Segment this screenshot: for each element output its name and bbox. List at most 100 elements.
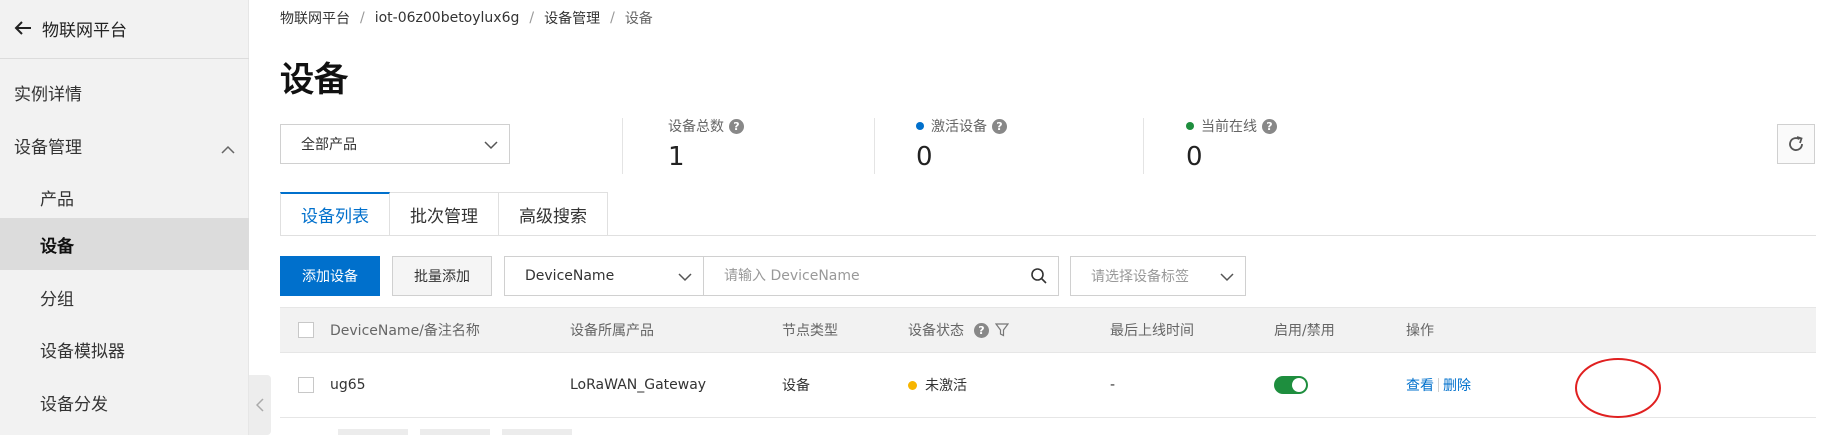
cell-device-name: ug65 (330, 377, 366, 393)
select-all-cell (298, 308, 314, 352)
stat-value: 0 (1186, 142, 1203, 172)
help-icon[interactable]: ? (1262, 118, 1277, 134)
breadcrumb-current: 设备 (624, 11, 653, 27)
column-header-status-label: 设备状态 (908, 323, 964, 339)
column-header-enable-disable: 启用/禁用 (1274, 323, 1335, 339)
stat-value: 0 (916, 142, 933, 172)
refresh-button[interactable] (1777, 124, 1815, 164)
pager-button[interactable] (338, 429, 408, 435)
tab-bar: 设备列表 批次管理 高级搜索 (280, 192, 608, 236)
sidebar-item-device-distribution[interactable]: 设备分发 (0, 376, 249, 428)
column-header-status: 设备状态 ? (908, 308, 1009, 352)
device-tag-placeholder: 请选择设备标签 (1091, 269, 1189, 285)
search-box (703, 256, 1059, 296)
help-icon[interactable]: ? (974, 322, 989, 338)
stat-divider (1143, 118, 1144, 174)
sidebar-item-group[interactable]: 分组 (0, 271, 249, 323)
chevron-left-icon (256, 398, 264, 412)
cell-status: 未激活 (908, 353, 967, 417)
breadcrumb-item[interactable]: 设备管理 (544, 8, 600, 28)
view-link[interactable]: 查看 (1406, 375, 1434, 395)
refresh-icon (1789, 136, 1803, 151)
sidebar-item-device[interactable]: 设备 (0, 218, 249, 270)
chevron-down-icon (483, 137, 499, 157)
status-dot-blue (916, 122, 924, 130)
cell-enable-toggle (1274, 353, 1308, 417)
sidebar: 物联网平台 实例详情 设备管理 产品 设备 分组 设备模拟器 设备分发 (0, 0, 249, 435)
sidebar-item-device-simulator[interactable]: 设备模拟器 (0, 323, 249, 375)
status-dot-inactive (908, 380, 917, 390)
help-icon[interactable]: ? (729, 118, 744, 134)
sidebar-item-label: 设备模拟器 (40, 341, 125, 362)
page-title: 设备 (280, 60, 348, 100)
search-field-select[interactable]: DeviceName (504, 256, 704, 296)
pager-button[interactable] (420, 429, 490, 435)
cell-last-online: - (1110, 377, 1116, 393)
action-separator (1438, 378, 1439, 392)
tabs-underline (280, 235, 1816, 236)
select-all-checkbox[interactable] (298, 322, 314, 338)
cell-node-type: 设备 (782, 378, 810, 394)
sidebar-item-label: 产品 (40, 189, 74, 210)
cell-actions: 查看 删除 (1406, 353, 1471, 417)
column-header-device-name: DeviceName/备注名称 (330, 323, 480, 339)
product-select[interactable]: 全部产品 (280, 124, 510, 164)
stat-label: 激活设备 (931, 119, 987, 135)
column-header-last-online: 最后上线时间 (1110, 323, 1194, 339)
sidebar-item-label: 设备 (40, 236, 74, 257)
breadcrumb-separator: / (529, 10, 535, 26)
pager-button[interactable] (502, 429, 572, 435)
search-icon[interactable] (1030, 267, 1048, 289)
tab-advanced-search[interactable]: 高级搜索 (499, 192, 608, 236)
stat-activated-devices: 激活设备? 0 (916, 116, 1007, 172)
search-input[interactable] (704, 257, 1004, 295)
add-device-button[interactable]: 添加设备 (280, 256, 380, 296)
status-dot-green (1186, 122, 1194, 130)
breadcrumb-item[interactable]: iot-06z00betoylux6g (375, 10, 520, 26)
cell-product: LoRaWAN_Gateway (570, 377, 707, 393)
search-field-value: DeviceName (525, 268, 615, 284)
back-to-iot-platform[interactable]: 物联网平台 (14, 8, 127, 48)
back-label: 物联网平台 (42, 20, 127, 41)
stat-label: 设备总数 (668, 119, 724, 135)
help-icon[interactable]: ? (992, 118, 1007, 134)
sidebar-divider (0, 58, 249, 59)
enable-toggle[interactable] (1274, 376, 1308, 394)
arrow-left-icon (14, 20, 32, 36)
device-tag-select[interactable]: 请选择设备标签 (1070, 256, 1246, 296)
sidebar-item-instance-details[interactable]: 实例详情 (0, 66, 249, 118)
stat-divider (874, 118, 875, 174)
sidebar-item-product[interactable]: 产品 (0, 171, 249, 223)
annotation-circle (1575, 358, 1661, 418)
column-header-node-type: 节点类型 (782, 323, 838, 339)
toggle-knob (1292, 378, 1306, 392)
filter-icon[interactable] (995, 323, 1009, 337)
table-header: DeviceName/备注名称 设备所属产品 节点类型 设备状态 ? 最后上线时… (280, 307, 1816, 353)
stat-value: 1 (668, 142, 685, 172)
stat-divider (622, 118, 623, 174)
sidebar-item-label: 设备分发 (40, 394, 108, 415)
stat-online-now: 当前在线? 0 (1186, 116, 1277, 172)
stat-label: 当前在线 (1201, 119, 1257, 135)
breadcrumb-item[interactable]: 物联网平台 (280, 8, 350, 28)
row-checkbox[interactable] (298, 377, 314, 393)
breadcrumb: 物联网平台 / iot-06z00betoylux6g / 设备管理 / 设备 (280, 8, 653, 28)
batch-add-button[interactable]: 批量添加 (392, 256, 492, 296)
sidebar-item-device-management[interactable]: 设备管理 (0, 119, 249, 171)
column-header-actions: 操作 (1406, 323, 1434, 339)
column-header-product: 设备所属产品 (570, 323, 654, 339)
tab-device-list[interactable]: 设备列表 (280, 192, 390, 236)
breadcrumb-separator: / (360, 10, 365, 26)
chevron-down-icon (1219, 269, 1235, 289)
delete-link[interactable]: 删除 (1443, 375, 1471, 395)
status-text: 未激活 (925, 378, 967, 394)
tab-batch-management[interactable]: 批次管理 (390, 192, 499, 236)
chevron-down-icon (677, 269, 693, 289)
chevron-up-icon (221, 139, 235, 159)
breadcrumb-separator: / (610, 10, 615, 26)
sidebar-item-label: 设备管理 (14, 137, 82, 158)
sidebar-item-label: 分组 (40, 289, 74, 310)
product-select-value: 全部产品 (301, 137, 357, 153)
row-select-cell (298, 353, 314, 417)
sidebar-collapse-handle[interactable] (249, 375, 271, 435)
